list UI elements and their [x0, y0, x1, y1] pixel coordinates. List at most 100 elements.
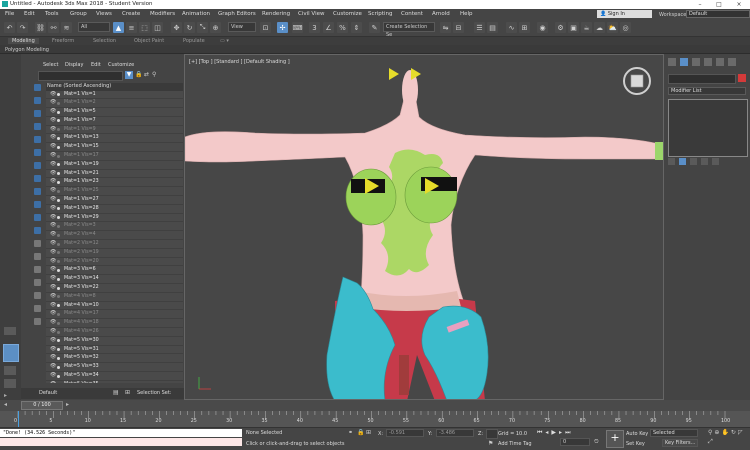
scene-explorer-icon[interactable]: ▤ — [487, 22, 498, 33]
snaps-toggle-icon[interactable]: 3 — [309, 22, 320, 33]
tab-modeling[interactable]: Modeling — [8, 38, 39, 44]
display-instances-icon[interactable] — [34, 318, 41, 325]
explorer-menu-customize[interactable]: Customize — [108, 62, 134, 68]
list-item[interactable]: 👁 Mat=5 Vis=35 — [46, 380, 183, 383]
display-groups-icon[interactable] — [34, 162, 41, 169]
key-mode-dropdown[interactable]: Selected — [650, 429, 698, 437]
list-item[interactable]: 👁 Mat=1 Vis=2 — [46, 99, 183, 109]
list-item[interactable]: 👁 Mat=4 Vis=10 — [46, 301, 183, 311]
visibility-eye-icon[interactable]: 👁 — [50, 231, 56, 239]
utilities-tab-icon[interactable] — [728, 58, 736, 66]
viewport-top[interactable]: [+] [Top ] [Standard ] [Default Shading … — [184, 54, 664, 400]
layout-tab-1-icon[interactable] — [4, 366, 16, 375]
visibility-eye-icon[interactable]: 👁 — [50, 319, 56, 327]
select-by-name-icon[interactable]: ≡ — [126, 22, 137, 33]
scale-icon[interactable]: ⤡ — [197, 22, 208, 33]
add-time-tag[interactable]: Add Time Tag — [498, 441, 532, 447]
list-item[interactable]: 👁 Mat=1 Vis=27 — [46, 196, 183, 205]
explorer-menu-select[interactable]: Select — [43, 62, 58, 68]
list-item[interactable]: 👁 Mat=2 Vis=20 — [46, 257, 183, 267]
menu-views[interactable]: Views — [96, 11, 112, 17]
selection-sets-label[interactable]: Selection Set: — [137, 390, 172, 396]
previous-frame-icon[interactable]: ◂ — [545, 429, 548, 437]
align-icon[interactable]: ⊟ — [453, 22, 464, 33]
list-item[interactable]: 👁 Mat=4 Vis=17 — [46, 310, 183, 320]
visibility-eye-icon[interactable]: 👁 — [50, 284, 56, 292]
time-slider-thumb[interactable]: 0 / 100 — [21, 401, 63, 410]
visibility-eye-icon[interactable]: 👁 — [50, 346, 56, 354]
object-name-field[interactable] — [668, 74, 736, 84]
list-item[interactable]: 👁 Mat=1 Vis=23 — [46, 178, 183, 188]
slider-prev-icon[interactable]: ◂ — [4, 401, 7, 408]
menu-arnold[interactable]: Arnold — [432, 11, 450, 17]
sign-in-button[interactable]: 👤 Sign In — [597, 10, 652, 18]
named-selection-set-dropdown[interactable]: Create Selection Se — [383, 22, 435, 38]
visibility-eye-icon[interactable]: 👁 — [50, 302, 56, 310]
freeze-bulb-icon[interactable] — [57, 119, 60, 123]
selection-filter-dropdown[interactable]: All — [78, 22, 110, 32]
visibility-eye-icon[interactable]: 👁 — [50, 363, 56, 371]
go-to-end-icon[interactable]: ⏭ — [565, 429, 570, 437]
freeze-bulb-icon[interactable] — [57, 304, 60, 308]
visibility-eye-icon[interactable]: 👁 — [50, 126, 56, 134]
list-item[interactable]: 👁 Mat=1 Vis=19 — [46, 160, 183, 170]
go-to-start-icon[interactable]: ⏮ — [537, 429, 542, 437]
visibility-eye-icon[interactable]: 👁 — [50, 117, 56, 125]
freeze-bulb-icon[interactable] — [57, 374, 60, 378]
unlink-icon[interactable]: ⚯ — [48, 22, 59, 33]
display-bones-icon[interactable] — [34, 188, 41, 195]
list-item[interactable]: 👁 Mat=1 Vis=29 — [46, 213, 183, 223]
maxscript-listener[interactable]: "Done! (34.526 Seconds)" — [0, 429, 242, 437]
list-item[interactable]: 👁 Mat=5 Vis=33 — [46, 363, 183, 372]
display-invert-icon[interactable] — [34, 266, 41, 273]
next-frame-icon[interactable]: ▸ — [559, 429, 562, 437]
visibility-eye-icon[interactable]: 👁 — [50, 143, 56, 151]
list-item[interactable]: 👁 Mat=2 Vis=4 — [46, 231, 183, 241]
hierarchy-tab-icon[interactable] — [692, 58, 700, 66]
polygon-modeling-label[interactable]: Polygon Modeling — [5, 47, 49, 53]
rendered-frame-window-icon[interactable]: ▣ — [568, 22, 579, 33]
visibility-eye-icon[interactable]: 👁 — [50, 249, 56, 257]
zoom-icon[interactable]: ⚲ — [708, 429, 712, 436]
configure-modifiers-icon[interactable] — [712, 158, 719, 165]
visibility-eye-icon[interactable]: 👁 — [50, 108, 56, 116]
schematic-view-icon[interactable]: ⊞ — [519, 22, 530, 33]
curve-editor-icon[interactable]: ∿ — [506, 22, 517, 33]
layer-icon[interactable]: ▤ — [113, 389, 119, 396]
list-item[interactable]: 👁 Mat=5 Vis=30 — [46, 336, 183, 346]
reference-coordinate-dropdown[interactable]: View — [228, 22, 256, 32]
visibility-eye-icon[interactable]: 👁 — [50, 222, 56, 230]
create-icon[interactable] — [4, 327, 16, 335]
list-item[interactable]: 👁 Mat=1 Vis=7 — [46, 116, 183, 126]
freeze-bulb-icon[interactable] — [57, 93, 60, 96]
list-item[interactable]: 👁 Mat=5 Vis=32 — [46, 354, 183, 364]
set-key-button[interactable]: Set Key — [626, 441, 645, 447]
make-unique-icon[interactable] — [690, 158, 697, 165]
select-object-icon[interactable]: ▲ — [113, 22, 124, 33]
remove-modifier-icon[interactable] — [701, 158, 708, 165]
menu-animation[interactable]: Animation — [182, 11, 210, 17]
list-item[interactable]: 👁 Mat=5 Vis=31 — [46, 345, 183, 355]
sync-selection-icon[interactable]: ⇄ — [144, 71, 149, 78]
visibility-eye-icon[interactable]: 👁 — [50, 275, 56, 283]
list-item[interactable]: 👁 Mat=5 Vis=34 — [46, 372, 183, 381]
render-cloud-icon[interactable]: ⛅ — [607, 22, 618, 33]
list-item[interactable]: 👁 Mat=1 Vis=21 — [46, 169, 183, 179]
freeze-bulb-icon[interactable] — [57, 251, 60, 255]
window-crossing-icon[interactable]: ◫ — [152, 22, 163, 33]
explorer-search-input[interactable] — [38, 71, 123, 81]
visibility-eye-icon[interactable]: 👁 — [50, 152, 56, 160]
maximize-button[interactable]: □ — [711, 0, 727, 9]
menu-civil-view[interactable]: Civil View — [298, 11, 324, 17]
freeze-bulb-icon[interactable] — [57, 277, 60, 281]
object-color-swatch[interactable] — [738, 74, 746, 82]
menu-rendering[interactable]: Rendering — [262, 11, 290, 17]
display-containers-icon[interactable] — [34, 201, 41, 208]
move-icon[interactable]: ✥ — [171, 22, 182, 33]
list-item[interactable]: 👁 Mat=3 Vis=6 — [46, 266, 183, 276]
menu-graph-editors[interactable]: Graph Editors — [218, 11, 256, 17]
pivot-center-icon[interactable]: ⊡ — [260, 22, 271, 33]
undo-icon[interactable]: ↶ — [4, 22, 15, 33]
play-icon[interactable]: ▶ — [551, 429, 556, 437]
tab-object-paint[interactable]: Object Paint — [134, 38, 164, 44]
